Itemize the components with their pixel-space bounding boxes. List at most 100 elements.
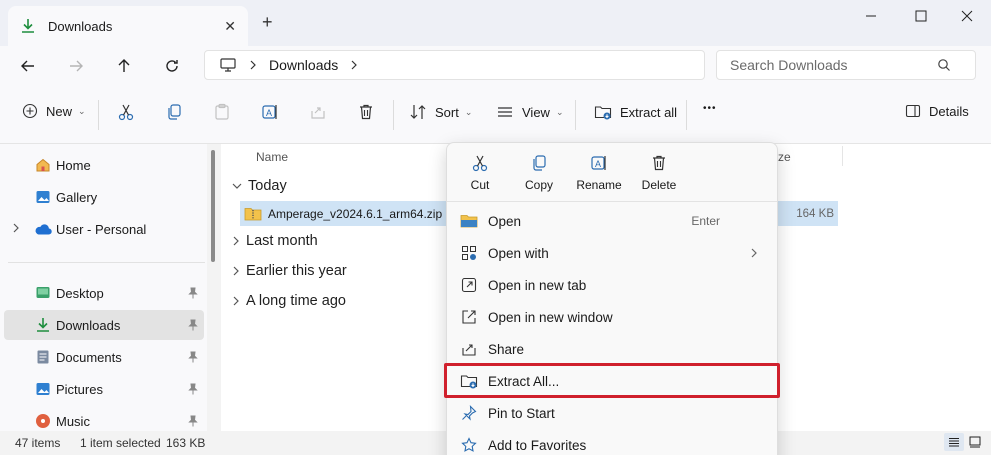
pin-icon[interactable] — [188, 319, 198, 331]
document-icon — [34, 349, 52, 365]
address-input[interactable]: Downloads — [204, 50, 705, 80]
column-header-size[interactable]: ze — [778, 150, 791, 164]
tiles-view-button[interactable] — [965, 433, 985, 451]
new-button[interactable]: New ⌄ — [22, 103, 86, 119]
download-icon — [20, 18, 36, 34]
copy-icon — [165, 103, 183, 121]
svg-text:A: A — [266, 108, 272, 118]
context-menu-divider — [447, 201, 777, 202]
desktop-icon — [34, 285, 52, 301]
add-icon — [22, 103, 38, 119]
chevron-right-icon — [232, 296, 240, 306]
chevron-down-icon: ⌄ — [464, 106, 473, 117]
chevron-right-icon[interactable] — [350, 60, 358, 70]
more-options-button[interactable]: ••• — [703, 103, 717, 114]
extract-all-button[interactable]: Extract all — [594, 103, 677, 121]
music-icon — [34, 413, 52, 429]
file-name: Amperage_v2024.6.1_arm64.zip — [268, 206, 443, 221]
menu-item-add-to-favorites[interactable]: Add to Favorites — [456, 430, 772, 455]
share-button[interactable] — [309, 103, 327, 121]
sidebar-item-documents[interactable]: Documents — [4, 342, 204, 372]
column-divider — [842, 146, 843, 166]
view-lines-icon — [496, 103, 514, 121]
up-button[interactable] — [112, 54, 136, 78]
context-cut-button[interactable]: Cut — [452, 154, 508, 192]
trash-icon — [650, 154, 668, 172]
chevron-down-icon: ⌄ — [78, 105, 86, 116]
pin-icon[interactable] — [188, 351, 198, 363]
delete-button[interactable] — [357, 103, 375, 121]
zip-folder-icon — [244, 206, 262, 222]
toolbar-divider — [686, 100, 687, 130]
search-input[interactable] — [717, 57, 937, 73]
sort-icon — [409, 103, 427, 121]
sidebar-scrollbar[interactable] — [211, 150, 215, 262]
group-header-last-month[interactable]: Last month — [232, 233, 318, 249]
refresh-button[interactable] — [160, 54, 184, 78]
new-tab-icon — [459, 277, 479, 293]
group-header-today[interactable]: Today — [232, 178, 287, 194]
chevron-right-icon[interactable] — [12, 223, 20, 233]
share-icon — [309, 103, 327, 121]
chevron-right-icon[interactable] — [249, 60, 257, 70]
search-icon[interactable] — [937, 58, 951, 72]
sidebar-item-pictures[interactable]: Pictures — [4, 374, 204, 404]
computer-icon[interactable] — [219, 57, 237, 73]
maximize-button[interactable] — [897, 0, 945, 32]
group-header-long-time-ago[interactable]: A long time ago — [232, 293, 346, 309]
details-button[interactable]: Details — [905, 103, 969, 119]
chevron-right-icon — [232, 236, 240, 246]
back-button[interactable] — [16, 54, 40, 78]
file-size: 164 KB — [796, 207, 834, 220]
pin-icon[interactable] — [188, 415, 198, 427]
copy-icon — [530, 154, 548, 172]
minimize-button[interactable] — [847, 0, 895, 32]
group-header-earlier-this-year[interactable]: Earlier this year — [232, 263, 347, 279]
chevron-right-icon — [232, 266, 240, 276]
context-copy-button[interactable]: Copy — [511, 154, 567, 192]
copy-button[interactable] — [165, 103, 183, 121]
sidebar-item-user-personal[interactable]: User - Personal — [4, 214, 204, 244]
paste-button[interactable] — [213, 103, 231, 121]
menu-item-open-in-new-window[interactable]: Open in new window — [456, 302, 772, 332]
chevron-down-icon — [232, 182, 242, 190]
rename-button[interactable]: A — [261, 103, 279, 121]
cut-button[interactable] — [117, 103, 135, 121]
sidebar-item-desktop[interactable]: Desktop — [4, 278, 204, 308]
tab-downloads[interactable]: Downloads ✕ — [8, 6, 248, 46]
sidebar-item-downloads[interactable]: Downloads — [4, 310, 204, 340]
breadcrumb-downloads[interactable]: Downloads — [269, 57, 338, 73]
view-button[interactable]: View ⌄ — [496, 103, 564, 121]
menu-item-open-in-new-tab[interactable]: Open in new tab — [456, 270, 772, 300]
context-rename-button[interactable]: A Rename — [571, 154, 627, 192]
trash-icon — [357, 103, 375, 121]
rename-icon: A — [590, 154, 608, 172]
sidebar-item-gallery[interactable]: Gallery — [4, 182, 204, 212]
toolbar-divider — [575, 100, 576, 130]
home-icon — [34, 157, 52, 173]
close-tab-icon[interactable]: ✕ — [224, 18, 236, 35]
search-box[interactable] — [716, 50, 976, 80]
scissors-icon — [117, 103, 135, 121]
menu-item-share[interactable]: Share — [456, 334, 772, 364]
context-delete-button[interactable]: Delete — [631, 154, 687, 192]
rename-icon: A — [261, 103, 279, 121]
sidebar-item-home[interactable]: Home — [4, 150, 204, 180]
close-window-button[interactable] — [943, 0, 991, 32]
menu-item-open[interactable]: Open Enter — [456, 206, 772, 236]
details-view-button[interactable] — [944, 433, 964, 451]
forward-button[interactable] — [64, 54, 88, 78]
shortcut-enter: Enter — [691, 214, 720, 228]
menu-item-pin-to-start[interactable]: Pin to Start — [456, 398, 772, 428]
onedrive-cloud-icon — [34, 222, 52, 236]
pin-icon[interactable] — [188, 383, 198, 395]
menu-item-open-with[interactable]: Open with — [456, 238, 772, 268]
sidebar-divider — [8, 262, 205, 263]
pin-icon[interactable] — [188, 287, 198, 299]
tiles-view-icon — [969, 436, 981, 448]
new-tab-button[interactable]: + — [262, 12, 273, 33]
details-view-icon — [948, 436, 960, 448]
sort-button[interactable]: Sort ⌄ — [409, 103, 472, 121]
column-header-name[interactable]: Name — [256, 150, 288, 164]
download-icon — [34, 317, 52, 333]
